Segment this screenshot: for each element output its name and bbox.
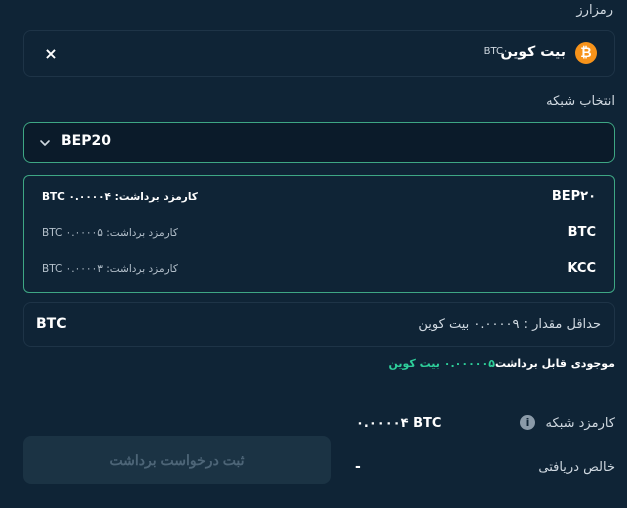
network-option-bep20[interactable]: BEP۲۰ کارمزد برداشت: BTC ۰.۰۰۰۰۴	[24, 180, 614, 216]
amount-unit: BTC	[36, 316, 67, 332]
network-selected-value: BEP20	[61, 133, 111, 149]
network-option-name: KCC	[567, 261, 596, 276]
network-label: انتخاب شبکه	[546, 94, 615, 109]
crypto-label: رمزارز	[576, 3, 613, 18]
balance-label: موجودی قابل برداشت	[494, 357, 615, 370]
network-fee-label: کارمزد شبکه	[545, 416, 615, 431]
network-option-name: BEP۲۰	[551, 189, 596, 204]
network-fee-value: ۰.۰۰۰۰۴ BTC	[356, 416, 442, 431]
amount-minimum: حداقل مقدار : ۰.۰۰۰۰۹ بیت کوین	[418, 317, 601, 332]
crypto-selector[interactable]: ₿ بیت کوین BTC ×	[23, 30, 615, 77]
chevron-down-icon	[40, 140, 50, 146]
net-received-label: خالص دریافتی	[538, 460, 615, 475]
balance-value: ۰.۰۰۰۰۰۵ بیت کوین	[388, 357, 495, 370]
submit-withdraw-button[interactable]: ثبت درخواست برداشت	[23, 436, 331, 484]
network-option-fee: کارمزد برداشت: BTC ۰.۰۰۰۰۴	[42, 191, 198, 203]
info-icon[interactable]: i	[520, 415, 535, 430]
network-option-name: BTC	[567, 225, 596, 240]
network-select[interactable]: BEP20	[23, 122, 615, 163]
network-option-btc[interactable]: BTC کارمزد برداشت: BTC ۰.۰۰۰۰۵	[24, 216, 614, 252]
crypto-name: بیت کوین	[500, 44, 566, 60]
network-dropdown: BEP۲۰ کارمزد برداشت: BTC ۰.۰۰۰۰۴ BTC کار…	[23, 175, 615, 293]
network-option-fee: کارمزد برداشت: BTC ۰.۰۰۰۰۵	[42, 227, 178, 239]
balance-line: موجودی قابل برداشت۰.۰۰۰۰۰۵ بیت کوین	[389, 357, 616, 370]
bitcoin-icon: ₿	[575, 42, 597, 64]
network-option-fee: کارمزد برداشت: BTC ۰.۰۰۰۰۳	[42, 263, 178, 275]
close-icon[interactable]: ×	[41, 43, 61, 63]
net-received-value: -	[355, 459, 361, 475]
amount-input[interactable]: BTC حداقل مقدار : ۰.۰۰۰۰۹ بیت کوین	[23, 302, 615, 347]
crypto-symbol: BTC	[483, 46, 503, 57]
network-option-kcc[interactable]: KCC کارمزد برداشت: BTC ۰.۰۰۰۰۳	[24, 252, 614, 288]
